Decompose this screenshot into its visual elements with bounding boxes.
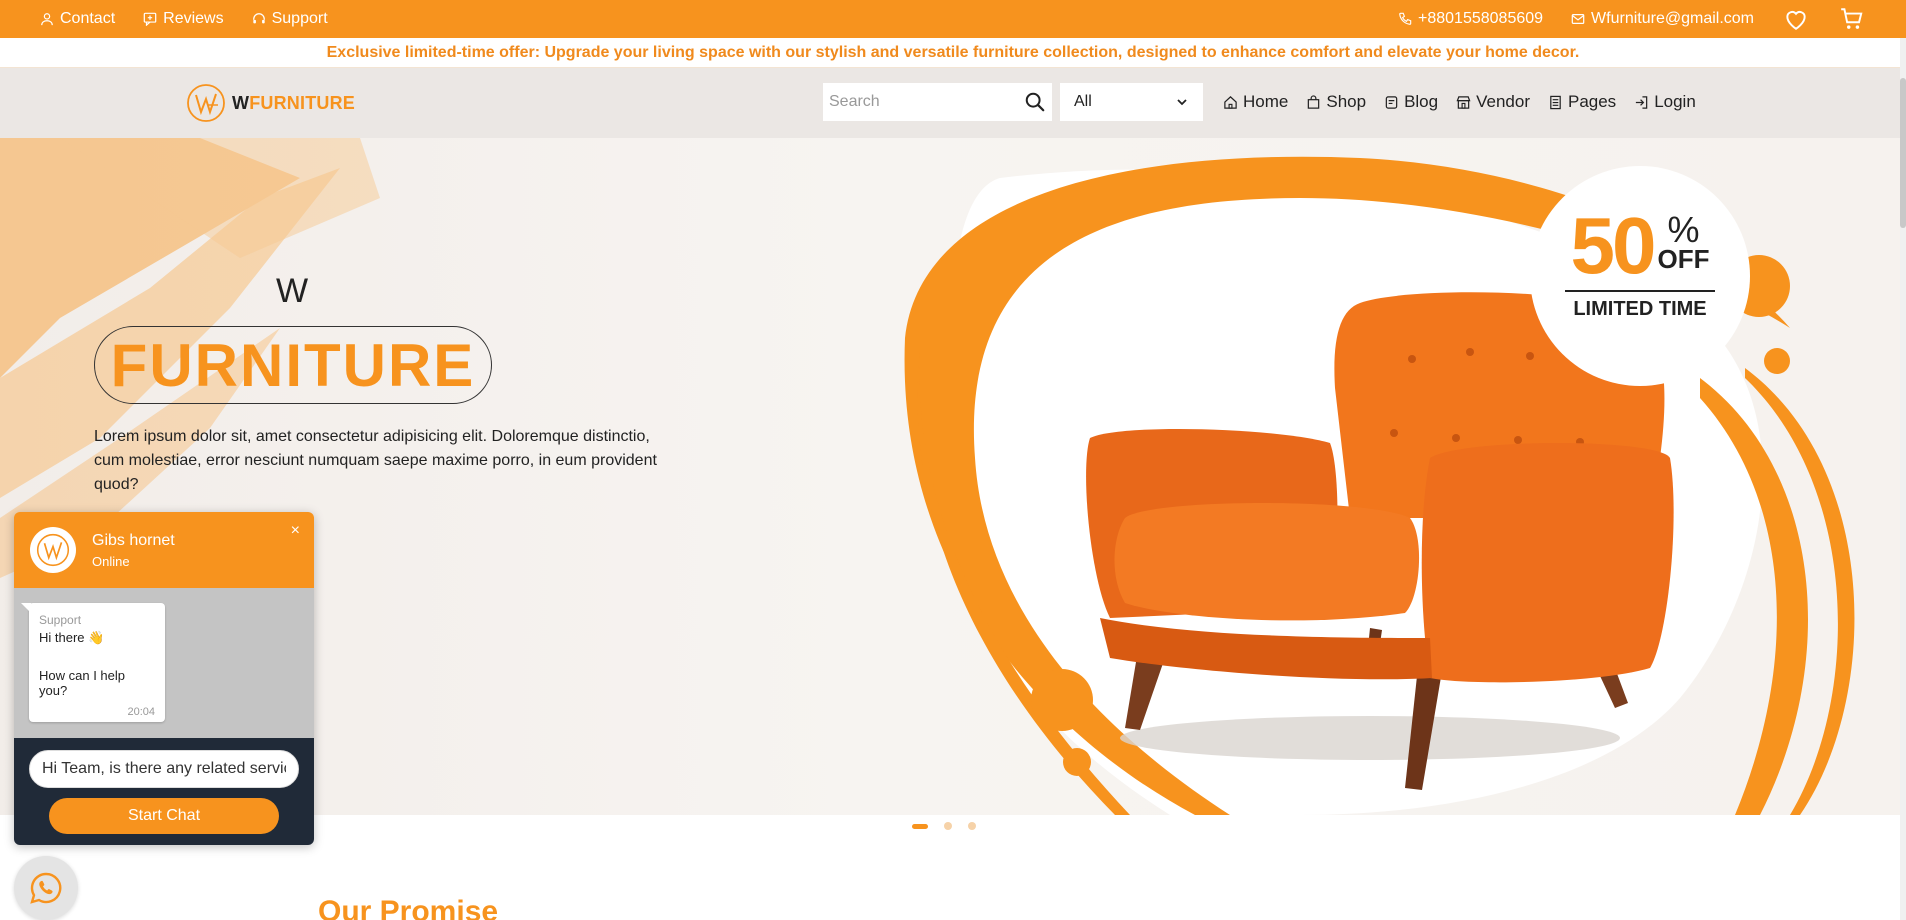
chat-message-input[interactable]	[29, 750, 299, 788]
support-label: Support	[271, 10, 328, 27]
slider-dot-2[interactable]	[944, 822, 952, 830]
chat-agent: Gibs hornet Online	[92, 532, 175, 569]
badge-percent: %	[1667, 209, 1700, 250]
chat-message-question: How can I help you?	[39, 668, 125, 698]
category-select-value: All	[1074, 93, 1092, 110]
main-nav: WFURNITURE All Home Shop Blog Vendor Pag…	[0, 68, 1906, 138]
nav-item-blog[interactable]: Blog	[1384, 92, 1438, 112]
nav-item-label: Pages	[1567, 92, 1617, 111]
logo-text: WFURNITURE	[232, 93, 355, 114]
chat-agent-name: Gibs hornet	[92, 531, 175, 549]
logo-mark-icon	[187, 84, 225, 122]
badge-off: OFF	[1657, 244, 1710, 274]
chat-messages: Support Hi there 👋 How can I help you? 2…	[14, 588, 314, 738]
nav-item-login[interactable]: Login	[1634, 92, 1696, 112]
support-link[interactable]: Support	[252, 10, 328, 28]
logo-text-w: W	[232, 92, 250, 113]
whatsapp-button[interactable]	[14, 856, 78, 920]
chat-message-time: 20:04	[127, 706, 155, 718]
nav-item-label: Login	[1654, 92, 1696, 111]
hero-title: FURNITURE	[110, 331, 476, 399]
hero-description: Lorem ipsum dolor sit, amet consectetur …	[94, 428, 657, 493]
badge-divider	[1565, 290, 1715, 292]
reviews-link[interactable]: Reviews	[143, 10, 224, 28]
chat-header: Gibs hornet Online ×	[14, 512, 314, 588]
phone-link[interactable]: +8801558085609	[1398, 10, 1543, 28]
whatsapp-icon	[30, 872, 62, 904]
pages-icon	[1550, 95, 1561, 109]
start-chat-button[interactable]: Start Chat	[49, 798, 279, 834]
email-address: Wfurniture@gmail.com	[1591, 10, 1754, 27]
phone-icon	[1399, 12, 1412, 25]
chat-widget: Gibs hornet Online × Support Hi there 👋 …	[14, 512, 314, 845]
user-icon	[41, 13, 53, 26]
contact-link[interactable]: Contact	[40, 10, 115, 28]
reviews-label: Reviews	[163, 10, 224, 27]
page-scrollbar[interactable]	[1900, 38, 1906, 920]
chat-message-greeting: Hi there 👋	[39, 630, 105, 645]
top-bar-left: Contact Reviews Support	[40, 10, 328, 28]
avatar	[30, 527, 76, 573]
offer-banner: Exclusive limited-time offer: Upgrade yo…	[0, 38, 1906, 68]
search-box	[823, 83, 1052, 121]
nav-item-label: Vendor	[1476, 92, 1530, 111]
hero-title-pill: FURNITURE	[94, 326, 492, 404]
scrollbar-thumb[interactable]	[1900, 78, 1906, 228]
nav-item-label: Blog	[1404, 92, 1439, 111]
nav-item-home[interactable]: Home	[1223, 92, 1288, 112]
chat-message-sender: Support	[39, 613, 82, 627]
nav-item-shop[interactable]: Shop	[1306, 92, 1366, 112]
category-select[interactable]: All	[1060, 83, 1203, 121]
chevron-down-icon	[1177, 99, 1187, 106]
blog-icon	[1385, 95, 1398, 109]
hero-pre-title: W	[276, 272, 309, 310]
top-bar: Contact Reviews Support +8801558085609 W…	[0, 0, 1906, 38]
close-icon[interactable]: ×	[291, 522, 300, 540]
nav-item-label: Home	[1243, 92, 1289, 111]
cart-icon	[1841, 8, 1863, 29]
cart-button[interactable]	[1838, 5, 1866, 33]
review-icon	[143, 12, 157, 26]
search-icon[interactable]	[1024, 91, 1046, 113]
heart-icon	[1786, 11, 1806, 30]
mail-icon	[1571, 14, 1585, 24]
chat-message: Support Hi there 👋 How can I help you? 2…	[21, 603, 165, 722]
chat-footer: Start Chat	[14, 738, 314, 845]
nav-item-vendor[interactable]: Vendor	[1456, 92, 1530, 112]
headset-icon	[252, 13, 265, 24]
nav-item-label: Shop	[1326, 92, 1367, 111]
store-icon	[1456, 95, 1471, 109]
home-icon	[1224, 95, 1237, 109]
email-link[interactable]: Wfurniture@gmail.com	[1571, 10, 1754, 28]
logo-mark-icon	[36, 533, 70, 567]
slider-dot-3[interactable]	[968, 822, 976, 830]
logo-text-rest: FURNITURE	[249, 92, 355, 113]
slider-dots	[912, 822, 976, 830]
phone-number: +8801558085609	[1418, 10, 1544, 27]
nav-item-pages[interactable]: Pages	[1548, 92, 1616, 112]
slider-dot-1[interactable]	[912, 823, 928, 829]
login-icon	[1636, 95, 1648, 109]
chat-agent-status: Online	[92, 553, 130, 569]
bag-icon	[1308, 94, 1320, 109]
section-title: Our Promise	[318, 895, 499, 920]
badge-limited: LIMITED TIME	[1573, 298, 1707, 320]
top-bar-right: +8801558085609 Wfurniture@gmail.com	[1398, 5, 1866, 33]
nav-menu: Home Shop Blog Vendor Pages Login	[1223, 92, 1696, 112]
wishlist-button[interactable]	[1782, 5, 1810, 33]
contact-label: Contact	[60, 10, 116, 27]
search-input[interactable]	[829, 93, 1009, 111]
logo[interactable]: WFURNITURE	[186, 83, 355, 123]
discount-badge: 50 % OFF LIMITED TIME	[1560, 201, 1720, 321]
badge-number: 50	[1570, 201, 1657, 290]
